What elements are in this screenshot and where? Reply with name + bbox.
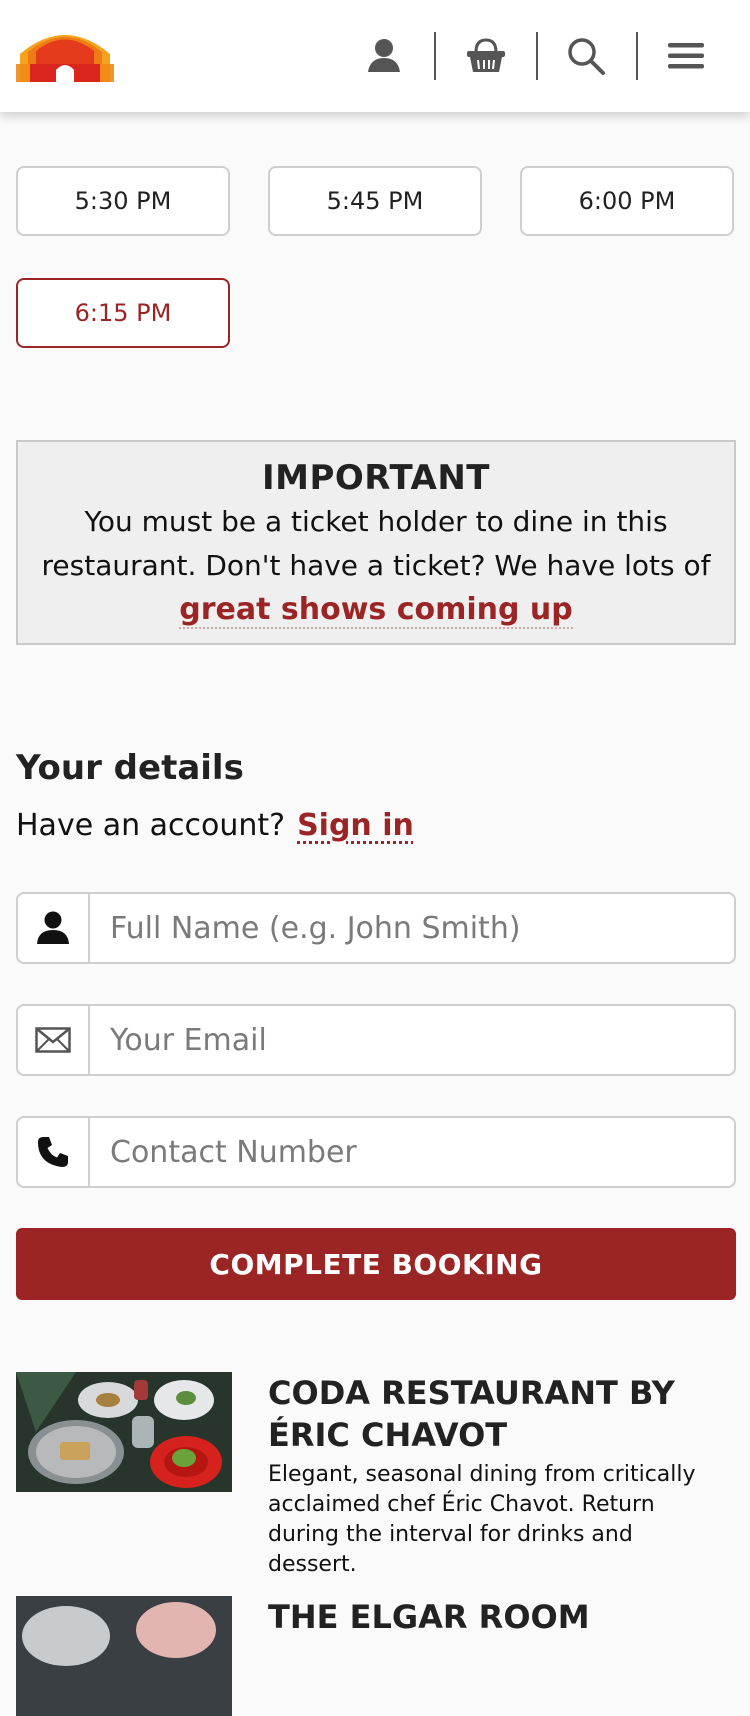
details-heading: Your details xyxy=(16,748,244,788)
sign-in-link[interactable]: Sign in xyxy=(297,808,414,843)
header-divider xyxy=(636,32,638,80)
full-name-field xyxy=(16,892,736,964)
shows-link[interactable]: great shows coming up xyxy=(179,592,573,629)
notice-text-line: You must be a ticket holder to dine in t… xyxy=(84,505,668,538)
account-prompt-text: Have an account? xyxy=(16,808,286,843)
email-input[interactable] xyxy=(90,1006,734,1074)
phone-input[interactable] xyxy=(90,1118,734,1186)
time-slot[interactable]: 5:45 PM xyxy=(268,166,482,236)
email-field xyxy=(16,1004,736,1076)
time-slot-selected[interactable]: 6:15 PM xyxy=(16,278,230,348)
account-prompt: Have an account? Sign in xyxy=(16,808,414,843)
important-notice: IMPORTANT You must be a ticket holder to… xyxy=(16,440,736,645)
restaurant-title[interactable]: THE ELGAR ROOM xyxy=(268,1596,738,1638)
time-slot[interactable]: 6:00 PM xyxy=(520,166,734,236)
restaurant-image xyxy=(16,1596,232,1716)
envelope-icon xyxy=(18,1006,90,1074)
phone-field xyxy=(16,1116,736,1188)
time-slot[interactable]: 5:30 PM xyxy=(16,166,230,236)
header-divider xyxy=(434,32,436,80)
phone-icon xyxy=(18,1118,90,1186)
menu-icon[interactable] xyxy=(656,28,716,84)
complete-booking-button[interactable]: COMPLETE BOOKING xyxy=(16,1228,736,1300)
restaurant-description: Elegant, seasonal dining from critically… xyxy=(268,1462,696,1577)
notice-title: IMPORTANT xyxy=(262,458,490,498)
account-icon[interactable] xyxy=(354,28,414,84)
logo[interactable] xyxy=(16,24,114,82)
full-name-input[interactable] xyxy=(90,894,734,962)
basket-icon[interactable] xyxy=(456,28,516,84)
notice-text-line: restaurant. Don't have a ticket? We have… xyxy=(41,549,711,582)
notice-text: You must be a ticket holder to dine in t… xyxy=(18,500,734,632)
restaurant-title[interactable]: CODA RESTAURANT BY ÉRIC CHAVOT xyxy=(268,1372,738,1456)
search-icon[interactable] xyxy=(556,28,616,84)
person-icon xyxy=(18,894,90,962)
site-header xyxy=(0,0,750,112)
header-divider xyxy=(536,32,538,80)
restaurant-image xyxy=(16,1372,232,1492)
